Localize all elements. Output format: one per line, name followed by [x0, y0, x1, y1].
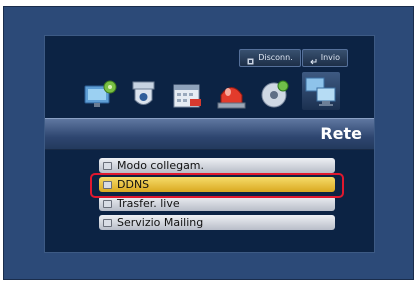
highlight-outline: [90, 173, 344, 198]
top-toolbar: Disconn. Invio: [239, 49, 348, 67]
menu-item-trasfer-live[interactable]: Trasfer. live: [99, 196, 335, 211]
live-transfer-icon: [103, 199, 112, 208]
connection-mode-icon: [103, 161, 112, 170]
menu-item-label: Modo collegam.: [117, 159, 205, 172]
disc-backup-icon[interactable]: [258, 78, 293, 110]
page-title: Rete: [320, 124, 362, 143]
invio-button[interactable]: Invio: [301, 49, 348, 67]
menu-item-label: Trasfer. live: [117, 197, 180, 210]
ptz-camera-icon[interactable]: [126, 78, 161, 110]
return-arrow-icon: [310, 55, 317, 64]
section-header: Rete: [45, 118, 374, 150]
screen-frame: Disconn. Invio Rete Modo collegam. DDNS …: [3, 6, 414, 280]
record-calendar-icon[interactable]: [170, 78, 205, 110]
menu-item-servizio-mailing[interactable]: Servizio Mailing: [99, 215, 335, 230]
disconnect-label: Disconn.: [258, 53, 293, 62]
network-icon[interactable]: [302, 72, 340, 110]
menu-panel: Disconn. Invio Rete Modo collegam. DDNS …: [44, 35, 375, 253]
menu-item-label: Servizio Mailing: [117, 216, 204, 229]
menu-item-modo-collegam[interactable]: Modo collegam.: [99, 158, 335, 173]
disconnect-icon: [247, 55, 254, 64]
main-menu-icons: [82, 72, 340, 110]
alarm-siren-icon[interactable]: [214, 78, 249, 110]
invio-label: Invio: [320, 53, 340, 62]
disconnect-button[interactable]: Disconn.: [239, 49, 301, 67]
mail-icon: [103, 218, 112, 227]
camera-setup-icon[interactable]: [82, 78, 117, 110]
